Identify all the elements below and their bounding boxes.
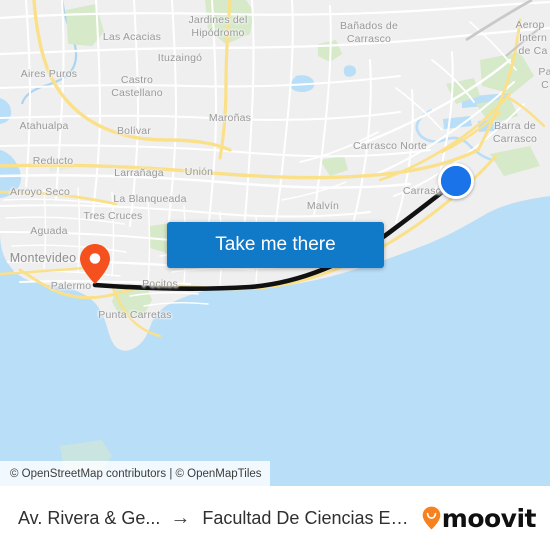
moovit-wordmark: moovit: [441, 503, 537, 533]
moovit-logo[interactable]: moovit: [422, 503, 537, 533]
destination-dot-inner: [441, 166, 471, 196]
arrow-right-icon: →: [170, 507, 191, 529]
map-page: Las Acacias Jardines del Hipódromo Ituzaing…: [0, 0, 550, 550]
attribution-text[interactable]: © OpenStreetMap contributors | © OpenMap…: [10, 468, 262, 480]
origin-pin[interactable]: [79, 243, 111, 285]
map-pin-icon: [80, 244, 110, 284]
destination-dot[interactable]: [438, 163, 474, 199]
trip-footer: Av. Rivera & Ge... → Facultad De Ciencia…: [0, 486, 550, 550]
take-me-there-button[interactable]: Take me there: [167, 222, 384, 268]
trip-origin[interactable]: Av. Rivera & Ge...: [18, 508, 160, 529]
map-canvas[interactable]: Las Acacias Jardines del Hipódromo Ituzaing…: [0, 0, 550, 486]
moovit-pin-icon: [422, 506, 441, 530]
trip-destination[interactable]: Facultad De Ciencias Económica...: [202, 508, 413, 529]
map-attribution: © OpenStreetMap contributors | © OpenMap…: [0, 461, 270, 486]
